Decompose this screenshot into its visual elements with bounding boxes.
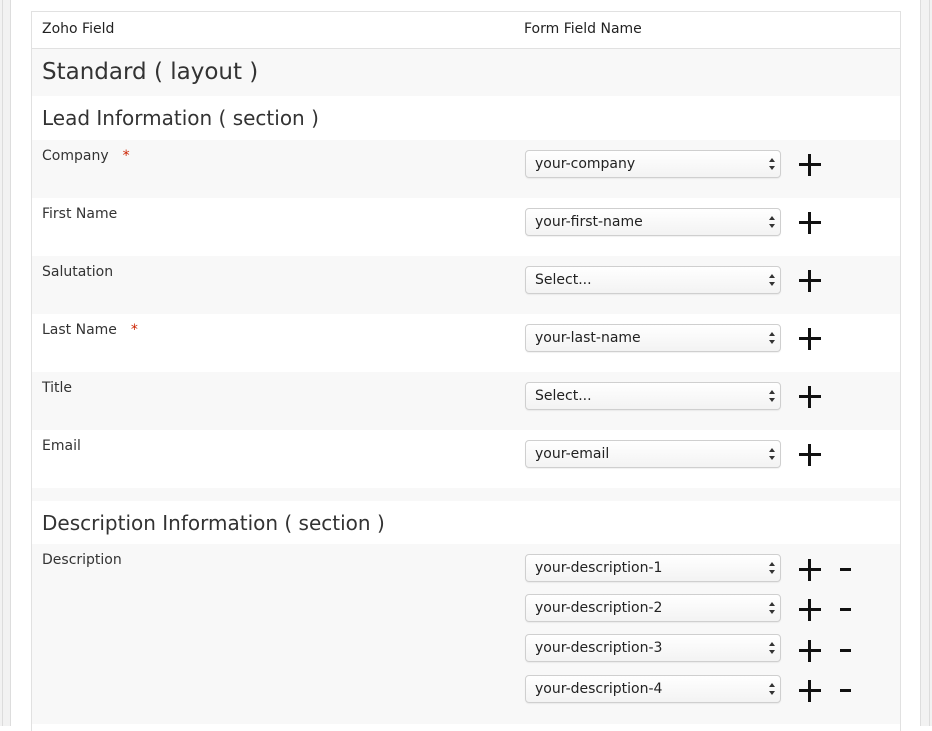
remove-mapping-minus-icon[interactable] [840, 604, 851, 615]
field-label-last-name: Last Name * [42, 322, 138, 338]
required-asterisk: * [122, 148, 130, 164]
column-header-form-field-name: Form Field Name [524, 21, 642, 37]
add-mapping-plus-icon[interactable] [799, 640, 821, 662]
field-mapping-table: Zoho Field Form Field Name Standard ( la… [31, 11, 901, 731]
field-label-salutation: Salutation [42, 264, 114, 280]
remove-mapping-minus-icon[interactable] [840, 685, 851, 696]
section-title-description-information: Description Information ( section ) [42, 511, 385, 535]
form-field-select-last-name[interactable]: your-last-name [525, 324, 781, 352]
add-mapping-plus-icon[interactable] [799, 328, 821, 350]
window-frame-left [0, 0, 11, 726]
right-gutter [901, 0, 920, 726]
required-asterisk: * [130, 322, 138, 338]
table-header: Zoho Field Form Field Name [32, 12, 900, 49]
add-mapping-plus-icon[interactable] [799, 680, 821, 702]
section-spacer [32, 488, 900, 501]
select-arrows-icon [768, 561, 776, 577]
select-arrows-icon [768, 331, 776, 347]
select-arrows-icon [768, 389, 776, 405]
remove-mapping-minus-icon[interactable] [840, 645, 851, 656]
add-mapping-plus-icon[interactable] [799, 212, 821, 234]
form-field-select-first-name[interactable]: your-first-name [525, 208, 781, 236]
column-header-zoho-field: Zoho Field [42, 21, 115, 37]
left-gutter [11, 0, 31, 726]
window-frame-right [920, 0, 932, 726]
field-label-email: Email [42, 438, 81, 454]
form-field-select-salutation[interactable]: Select... [525, 266, 781, 294]
section-title-lead-information: Lead Information ( section ) [42, 106, 319, 130]
add-mapping-plus-icon[interactable] [799, 559, 821, 581]
form-field-select-title[interactable]: Select... [525, 382, 781, 410]
form-field-select-company[interactable]: your-company [525, 150, 781, 178]
add-mapping-plus-icon[interactable] [799, 444, 821, 466]
form-field-select-description-1[interactable]: your-description-1 [525, 554, 781, 582]
form-field-select-email[interactable]: your-email [525, 440, 781, 468]
select-arrows-icon [768, 447, 776, 463]
select-arrows-icon [768, 215, 776, 231]
field-label-description: Description [42, 552, 122, 568]
field-label-company: Company * [42, 148, 130, 164]
form-field-select-description-3[interactable]: your-description-3 [525, 634, 781, 662]
remove-mapping-minus-icon[interactable] [840, 564, 851, 575]
form-field-select-description-4[interactable]: your-description-4 [525, 675, 781, 703]
select-arrows-icon [768, 682, 776, 698]
form-field-select-description-2[interactable]: your-description-2 [525, 594, 781, 622]
select-arrows-icon [768, 157, 776, 173]
select-arrows-icon [768, 601, 776, 617]
select-arrows-icon [768, 273, 776, 289]
add-mapping-plus-icon[interactable] [799, 386, 821, 408]
add-mapping-plus-icon[interactable] [799, 154, 821, 176]
field-label-first-name: First Name [42, 206, 118, 222]
select-arrows-icon [768, 641, 776, 657]
add-mapping-plus-icon[interactable] [799, 599, 821, 621]
field-label-title: Title [42, 380, 73, 396]
layout-title: Standard ( layout ) [42, 59, 259, 85]
add-mapping-plus-icon[interactable] [799, 270, 821, 292]
